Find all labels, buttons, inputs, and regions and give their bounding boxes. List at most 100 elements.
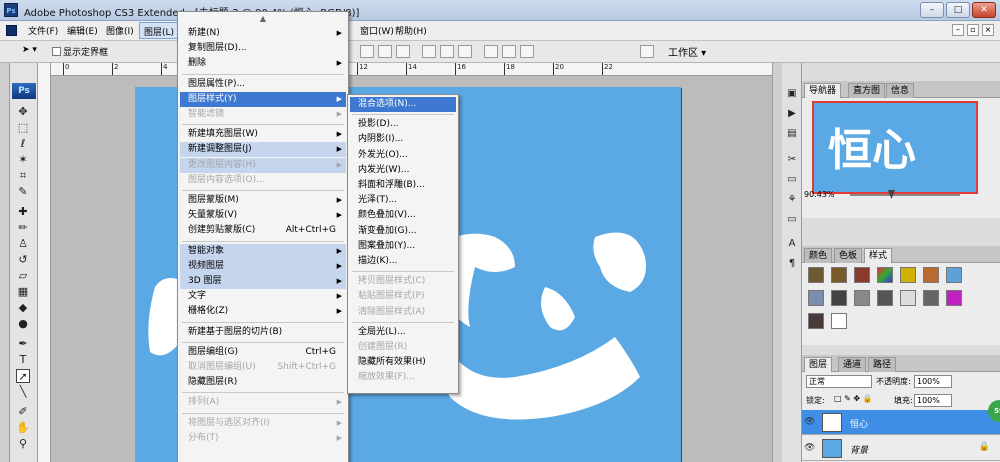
layer-menu-item[interactable]: 智能对象 ▶ xyxy=(180,243,346,259)
style-submenu-item[interactable]: 全局光(L)... xyxy=(350,325,456,340)
align-bottom-icon[interactable] xyxy=(396,45,410,58)
zoom-slider-handle[interactable] xyxy=(888,190,895,199)
animation-icon[interactable]: ▭ xyxy=(785,213,799,227)
doc-close-button[interactable]: × xyxy=(982,24,994,36)
layer-comps-icon[interactable]: ▤ xyxy=(785,127,799,141)
navigator-thumbnail[interactable]: 恒心 xyxy=(812,101,978,194)
notes-tool-icon[interactable]: ✐ xyxy=(16,405,30,419)
menu-scroll-up-icon[interactable]: ▲ xyxy=(178,14,348,24)
blend-mode-select[interactable]: 正常 xyxy=(806,375,872,388)
style-submenu-item[interactable]: 投影(D)... xyxy=(350,117,456,132)
history-brush-tool-icon[interactable]: ↺ xyxy=(16,253,30,267)
tab-layers[interactable]: 图层 xyxy=(804,357,833,372)
paragraph-icon[interactable]: ¶ xyxy=(785,257,799,271)
eyedropper-tool-icon[interactable]: ✎ xyxy=(16,185,30,199)
blur-tool-icon[interactable]: ◆ xyxy=(16,301,30,315)
line-tool-icon[interactable]: ╲ xyxy=(16,385,30,399)
close-button[interactable]: ✕ xyxy=(972,2,996,18)
style-swatch[interactable] xyxy=(900,290,916,306)
style-swatch[interactable] xyxy=(854,290,870,306)
eye-icon[interactable]: 👁 xyxy=(804,417,815,427)
style-swatch[interactable] xyxy=(808,313,824,329)
style-swatch[interactable] xyxy=(831,267,847,283)
style-submenu-item[interactable]: 隐藏所有效果(H) xyxy=(350,355,456,370)
distribute-right-icon[interactable] xyxy=(520,45,534,58)
opacity-input[interactable]: 100% xyxy=(914,375,952,388)
distribute-left-icon[interactable] xyxy=(484,45,498,58)
tab-info[interactable]: 信息 xyxy=(886,83,915,98)
style-swatch[interactable] xyxy=(946,267,962,283)
bridge-icon[interactable] xyxy=(640,45,654,58)
healing-brush-tool-icon[interactable]: ✚ xyxy=(16,205,30,219)
style-swatch[interactable] xyxy=(877,290,893,306)
style-swatch[interactable] xyxy=(831,290,847,306)
menu-window[interactable]: 窗口(W) xyxy=(360,24,394,37)
layer-menu-item[interactable]: 隐藏图层(R) xyxy=(180,375,346,390)
layer-menu-item[interactable]: 视频图层 ▶ xyxy=(180,258,346,274)
style-submenu-item[interactable]: 颜色叠加(V)... xyxy=(350,208,456,223)
menu-help[interactable]: 帮助(H) xyxy=(395,24,427,37)
magic-wand-tool-icon[interactable]: ✶ xyxy=(16,153,30,167)
style-submenu-item[interactable]: 混合选项(N)... xyxy=(350,97,456,112)
doc-restore-button[interactable]: ▫ xyxy=(967,24,979,36)
zoom-tool-icon[interactable]: ⚲ xyxy=(16,437,30,451)
clone-source-icon[interactable]: ⚘ xyxy=(785,193,799,207)
minimize-button[interactable]: – xyxy=(920,2,944,18)
menu-file[interactable]: 文件(F) xyxy=(28,24,58,37)
distribute-bottom-icon[interactable] xyxy=(458,45,472,58)
menu-layer[interactable]: 图层(L) xyxy=(139,22,180,39)
layer-menu-item[interactable]: 文字 ▶ xyxy=(180,289,346,304)
eraser-tool-icon[interactable]: ▱ xyxy=(16,269,30,283)
workspace-button[interactable]: 工作区 ▾ xyxy=(668,44,706,59)
style-swatch[interactable] xyxy=(923,267,939,283)
tab-paths[interactable]: 路径 xyxy=(868,357,897,372)
tab-histogram[interactable]: 直方图 xyxy=(848,83,886,98)
character-icon[interactable]: A xyxy=(785,237,799,251)
tool-presets-icon[interactable]: ✂ xyxy=(785,153,799,167)
style-submenu-item[interactable]: 描边(K)... xyxy=(350,254,456,269)
layer-menu-item[interactable]: 图层编组(G) Ctrl+G xyxy=(180,345,346,360)
style-submenu-item[interactable]: 内发光(W)... xyxy=(350,163,456,178)
lasso-tool-icon[interactable]: ℓ xyxy=(16,137,30,151)
style-swatch[interactable] xyxy=(808,267,824,283)
layer-menu-item[interactable]: 创建剪贴蒙版(C) Alt+Ctrl+G xyxy=(180,223,346,238)
actions-icon[interactable]: ▶ xyxy=(785,107,799,121)
distribute-top-icon[interactable] xyxy=(422,45,436,58)
layer-menu-item[interactable]: 新建基于图层的切片(B) xyxy=(180,325,346,340)
style-swatch[interactable] xyxy=(946,290,962,306)
align-top-icon[interactable] xyxy=(360,45,374,58)
path-selection-tool-icon[interactable]: ➚ xyxy=(16,369,30,383)
layer-menu-item[interactable]: 图层样式(Y) ▶ xyxy=(180,91,346,107)
distribute-center-icon[interactable] xyxy=(502,45,516,58)
maximize-button[interactable]: □ xyxy=(946,2,970,18)
layer-row-text[interactable]: 👁 T 恒心 xyxy=(802,410,1000,435)
tab-styles[interactable]: 样式 xyxy=(864,248,893,263)
fill-input[interactable]: 100% xyxy=(914,394,952,407)
layer-menu-item[interactable]: 3D 图层 ▶ xyxy=(180,274,346,289)
layer-menu-item[interactable]: 复制图层(D)... xyxy=(180,41,346,56)
move-tool-icon[interactable]: ✥ xyxy=(16,105,30,119)
brushes-icon[interactable]: ▭ xyxy=(785,173,799,187)
layer-menu-item[interactable]: 栅格化(Z) ▶ xyxy=(180,304,346,319)
layer-menu-item[interactable]: 图层蒙版(M) ▶ xyxy=(180,193,346,208)
layer-menu-item[interactable]: 新建填充图层(W) ▶ xyxy=(180,127,346,142)
style-submenu-item[interactable]: 内阴影(I)... xyxy=(350,132,456,147)
style-submenu-item[interactable]: 图案叠加(Y)... xyxy=(350,239,456,254)
layer-menu-item[interactable]: 删除 ▶ xyxy=(180,56,346,71)
layer-menu-item[interactable]: 矢量蒙版(V) ▶ xyxy=(180,208,346,223)
style-swatch[interactable] xyxy=(900,267,916,283)
hand-tool-icon[interactable]: ✋ xyxy=(16,421,30,435)
tab-channels[interactable]: 通道 xyxy=(838,357,867,372)
clone-stamp-tool-icon[interactable]: ♙ xyxy=(16,237,30,251)
tab-color[interactable]: 颜色 xyxy=(804,248,833,263)
doc-minimize-button[interactable]: – xyxy=(952,24,964,36)
tab-navigator[interactable]: 导航器 xyxy=(804,83,842,98)
history-icon[interactable]: ▣ xyxy=(785,87,799,101)
lock-icons[interactable]: □ ✎ ✥ 🔒 xyxy=(834,394,873,403)
zoom-slider[interactable] xyxy=(850,190,960,199)
eye-icon[interactable]: 👁 xyxy=(804,443,815,453)
move-tool-icon[interactable]: ➤ ▾ xyxy=(22,45,37,55)
layer-menu-item[interactable]: 图层属性(P)... xyxy=(180,77,346,92)
layer-row-background[interactable]: 👁 背景 🔒 xyxy=(802,436,1000,461)
style-swatch[interactable] xyxy=(808,290,824,306)
